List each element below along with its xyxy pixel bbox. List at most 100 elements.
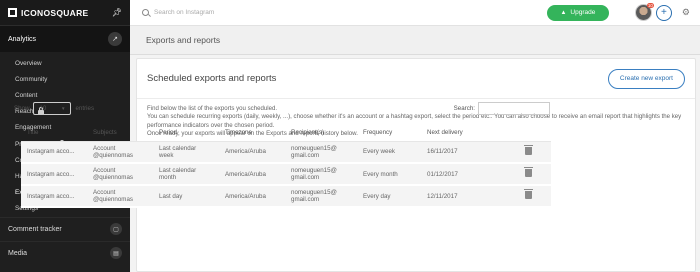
cell-timezone: America/Aruba — [219, 141, 285, 164]
cell-next: 16/11/2017 — [421, 141, 505, 164]
sidebar-item-community[interactable]: Community — [0, 71, 130, 87]
table-header-row: Title Subjects Period Timezone Recipient(s) F… — [21, 124, 551, 142]
column-header[interactable]: Period — [153, 124, 219, 142]
analytics-label: Analytics — [8, 35, 37, 43]
cell-next: 01/12/2017 — [421, 163, 505, 186]
cell-line: Last calendar — [159, 144, 197, 152]
cell-period: Last calendar week — [153, 141, 219, 164]
entries-select-value: 10 — [39, 105, 47, 112]
card-title: Scheduled exports and reports — [147, 73, 277, 84]
cell-frequency: Every day — [357, 185, 421, 208]
cell-line: week — [159, 151, 174, 159]
logo-text: ICONOSQUARE — [21, 7, 89, 18]
sidebar-item-label: Community — [15, 75, 48, 83]
table-controls: Show 10 ▼ entries Search: — [14, 102, 550, 115]
trash-icon[interactable] — [523, 189, 533, 199]
sidebar-section-comment-tracker[interactable]: Comment tracker ▢ — [0, 216, 130, 241]
sidebar-item-label: Overview — [15, 59, 42, 67]
table-body: Instagram acco... Account @quiennomas Last … — [21, 141, 551, 208]
cell-title: Instagram acco... — [21, 163, 87, 186]
cell-recipients: nomeuguen15@ gmail.com — [285, 185, 357, 208]
upgrade-label: Upgrade — [570, 9, 596, 16]
table-row[interactable]: Instagram acco... Account @quiennomas Last … — [21, 141, 551, 164]
column-header[interactable]: Next delivery — [421, 124, 505, 142]
sidebar-item-overview[interactable]: Overview — [0, 55, 130, 71]
cell-period: Last calendar month — [153, 163, 219, 186]
pin-icon[interactable]: 📌︎ — [112, 8, 122, 17]
cell-subjects: Account @quiennomas — [87, 141, 153, 164]
cell-line: nomeuguen15@ — [291, 144, 337, 152]
cell-recipients: nomeuguen15@ gmail.com — [285, 163, 357, 186]
entries-select[interactable]: 10 ▼ — [33, 102, 72, 115]
column-header[interactable]: Recipient(s) — [285, 124, 357, 142]
cell-line: gmail.com — [291, 196, 320, 203]
upgrade-button[interactable]: ▲ Upgrade — [546, 4, 609, 21]
avatar[interactable]: 10 — [634, 3, 654, 21]
cell-actions — [505, 141, 551, 164]
search-bar[interactable]: Search on Instagram — [130, 9, 547, 16]
page-title-bar: Exports and reports — [130, 26, 700, 55]
cell-subjects: Account @quiennomas — [87, 163, 153, 186]
cell-line: Last calendar — [159, 167, 197, 174]
cell-recipients: nomeuguen15@ gmail.com — [285, 141, 357, 164]
cell-line: @quiennomas — [93, 196, 133, 203]
entries-label: entries — [75, 105, 95, 112]
cell-actions — [505, 185, 551, 208]
cell-line: gmail.com — [291, 151, 320, 159]
cell-line: nomeuguen15@ — [291, 189, 337, 196]
cell-line: gmail.com — [291, 174, 320, 181]
logo-bar: ICONOSQUARE 📌︎ — [0, 0, 130, 26]
comment-tracker-label: Comment tracker — [8, 225, 62, 233]
cell-frequency: Every month — [357, 163, 421, 186]
cell-line: Account — [93, 167, 116, 174]
cell-title: Instagram acco... — [21, 141, 87, 164]
cell-line: Account — [93, 189, 116, 196]
column-header[interactable]: Title — [21, 124, 87, 142]
comment-icon: ▢ — [110, 223, 122, 236]
media-icon: ▤ — [110, 247, 122, 260]
cell-line: @quiennomas — [93, 174, 133, 181]
trend-line-icon: ↗ — [108, 32, 122, 46]
cell-timezone: America/Aruba — [219, 163, 285, 186]
chevron-down-icon: ▼ — [61, 106, 66, 111]
cell-line: @quiennomas — [93, 151, 133, 159]
trash-icon[interactable] — [523, 167, 533, 177]
trash-icon[interactable] — [523, 144, 533, 155]
cell-line: Account — [93, 144, 116, 152]
cell-line: Last day — [159, 192, 183, 200]
cell-frequency: Every week — [357, 141, 421, 164]
page-title: Exports and reports — [146, 35, 221, 45]
show-label: Show — [14, 105, 30, 112]
cell-timezone: America/Aruba — [219, 185, 285, 208]
plus-icon: + — [661, 7, 667, 18]
column-header[interactable]: Subjects — [87, 124, 153, 142]
notification-badge: 10 — [646, 3, 654, 8]
table-row[interactable]: Instagram acco... Account @quiennomas Last … — [21, 163, 551, 186]
sidebar-section-media[interactable]: Media ▤ — [0, 240, 130, 265]
create-export-button[interactable]: Create new export — [607, 68, 685, 89]
add-account-button[interactable]: + — [655, 4, 672, 21]
cell-line: month — [159, 174, 177, 181]
search-icon — [142, 9, 149, 16]
media-label: Media — [8, 249, 28, 257]
table-search-label: Search: — [453, 105, 475, 112]
table-search-input[interactable] — [478, 102, 550, 115]
cell-line: nomeuguen15@ — [291, 167, 337, 174]
sidebar-section-analytics[interactable]: Analytics ↗ — [0, 26, 130, 52]
table-row[interactable]: Instagram acco... Account @quiennomas Last … — [21, 185, 551, 208]
arrow-up-icon: ▲ — [560, 9, 567, 16]
exports-table: Title Subjects Period Timezone Recipient(s) F… — [21, 124, 551, 208]
search-input[interactable]: Search on Instagram — [154, 9, 214, 16]
card-header: Scheduled exports and reports Create new… — [137, 59, 695, 99]
cell-next: 12/11/2017 — [421, 185, 505, 208]
cell-subjects: Account @quiennomas — [87, 185, 153, 208]
column-header-actions — [505, 124, 551, 142]
cell-title: Instagram acco... — [21, 185, 87, 208]
cell-period: Last day — [153, 185, 219, 208]
top-bar: Search on Instagram ▲ Upgrade 10 + ⚙ — [130, 0, 700, 26]
column-header[interactable]: Timezone — [219, 124, 285, 142]
column-header[interactable]: Frequency — [357, 124, 421, 142]
sidebar-item-label: Content — [15, 91, 38, 99]
gear-icon[interactable]: ⚙ — [682, 7, 690, 18]
cell-actions — [505, 163, 551, 186]
